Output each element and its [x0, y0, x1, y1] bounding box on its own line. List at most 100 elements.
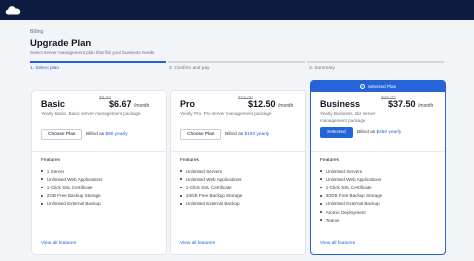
- bullet-icon: [320, 186, 322, 189]
- bullet-icon: [320, 202, 322, 205]
- feature-label: Unlimited External Backup: [46, 201, 101, 207]
- billed-amount: $150 yearly: [244, 132, 270, 137]
- feature-item: Unlimited External Backup: [180, 200, 242, 208]
- plan-card-pro: Pro $15.00 $12.50 /month Yearly Pro. Pro…: [170, 90, 306, 255]
- plan-name: Basic: [41, 99, 66, 109]
- card-divider: [311, 151, 445, 152]
- plan-price: $12.50 /month: [248, 99, 293, 109]
- features-list: Unlimited Servers Unlimited Web Applicat…: [320, 167, 382, 224]
- bullet-icon: [41, 170, 43, 172]
- bullet-icon: [180, 202, 182, 205]
- feature-label: Teams: [325, 217, 340, 223]
- step-progress-2: [168, 61, 305, 63]
- billed-prefix: Billed as: [225, 132, 245, 137]
- plan-name: Business: [320, 99, 361, 109]
- feature-label: Unlimited Servers: [185, 168, 223, 174]
- bullet-icon: [320, 194, 322, 197]
- bullet-icon: [41, 186, 43, 189]
- top-nav-bar: [0, 0, 474, 20]
- feature-item: Unlimited Web Applications: [180, 175, 242, 183]
- plan-price: $37.50 /month: [388, 99, 433, 109]
- bullet-icon: [180, 170, 182, 172]
- step-progress-3: [307, 61, 444, 63]
- bullet-icon: [41, 178, 43, 181]
- feature-item: Unlimited Servers: [320, 167, 382, 175]
- check-circle-icon: ✓: [359, 84, 365, 89]
- billed-yearly-text: Billed as $150 yearly: [225, 132, 269, 137]
- plan-description: Yearly Basic. Basic server management pa…: [41, 111, 141, 116]
- feature-label: Unlimited Web Applications: [185, 176, 242, 182]
- feature-label: 10GB Free Backup Storage: [185, 193, 243, 199]
- feature-item: 10GB Free Backup Storage: [180, 192, 242, 200]
- plan-name: Pro: [180, 99, 196, 109]
- feature-label: Unlimited External Backup: [185, 201, 240, 207]
- feature-label: 1 Server: [46, 168, 65, 174]
- plan-description: Yearly Pro. Pro server management packag…: [180, 111, 272, 116]
- plan-price-value: $37.50: [388, 99, 416, 109]
- billed-yearly-text: Billed as $450 yearly: [357, 130, 401, 135]
- feature-item: 2GB Free Backup Storage: [41, 192, 102, 200]
- view-all-features-link[interactable]: View all features: [41, 241, 76, 246]
- feature-label: 2GB Free Backup Storage: [46, 193, 101, 199]
- bullet-icon: [41, 194, 43, 197]
- feature-label: 30GB Free Backup Storage: [325, 193, 383, 199]
- view-all-features-link[interactable]: View all features: [320, 241, 355, 246]
- step-confirm-pay: 2. Confirm and pay: [169, 66, 210, 71]
- feature-item: Unlimited External Backup: [41, 200, 102, 208]
- billed-amount: $80 yearly: [105, 132, 128, 137]
- feature-item: Unlimited Web Applications: [320, 175, 382, 183]
- step-progress-1: [30, 61, 166, 63]
- feature-item: Unlimited Web Applications: [41, 175, 102, 183]
- breadcrumb[interactable]: Billing: [30, 29, 43, 35]
- bullet-icon: [320, 211, 322, 213]
- feature-label: Unlimited Web Applications: [46, 176, 103, 182]
- features-list: Unlimited Servers Unlimited Web Applicat…: [180, 167, 242, 208]
- plan-price-period: /month: [418, 103, 434, 109]
- plan-card-basic: Basic $8.00 $6.67 /month Yearly Basic. B…: [31, 90, 167, 255]
- feature-label: Atomic Deployment: [325, 209, 366, 215]
- page-subtitle: Select server management plan that fits …: [30, 50, 155, 55]
- bullet-icon: [180, 178, 182, 181]
- plan-price-value: $6.67: [109, 99, 132, 109]
- feature-item: Atomic Deployment: [320, 208, 382, 216]
- billed-amount: $450 yearly: [376, 130, 402, 135]
- page-title: Upgrade Plan: [30, 38, 92, 49]
- feature-label: 1-Click SSL Certificate: [185, 184, 232, 190]
- view-all-features-link[interactable]: View all features: [180, 241, 215, 246]
- feature-item: 1 Server: [41, 167, 102, 175]
- features-heading: Features: [320, 158, 339, 163]
- bullet-icon: [320, 219, 322, 222]
- bullet-icon: [320, 178, 322, 181]
- billed-prefix: Billed as: [357, 130, 377, 135]
- feature-label: Unlimited Web Applications: [325, 176, 382, 182]
- bullet-icon: [180, 186, 182, 189]
- selected-plan-button[interactable]: Selected: [320, 127, 353, 138]
- plan-price-period: /month: [278, 103, 294, 109]
- step-select-plan: 1. Select plan: [30, 66, 60, 71]
- step-summary: 3. Summary: [309, 66, 335, 71]
- features-heading: Features: [41, 158, 60, 163]
- features-list: 1 Server Unlimited Web Applications 1-Cl…: [41, 167, 102, 208]
- feature-item: 1-Click SSL Certificate: [41, 183, 102, 191]
- feature-label: Unlimited Servers: [325, 168, 363, 174]
- card-divider: [171, 151, 305, 152]
- billed-prefix: Billed as: [86, 132, 106, 137]
- feature-item: Teams: [320, 216, 382, 224]
- plan-price: $6.67 /month: [109, 99, 149, 109]
- choose-plan-basic-button[interactable]: Choose Plan: [41, 129, 83, 140]
- features-heading: Features: [180, 158, 199, 163]
- plan-card-business: ✓ Selected Plan Business $45.00 $37.50 /…: [310, 80, 446, 255]
- feature-label: Unlimited External Backup: [325, 201, 380, 207]
- feature-label: 1-Click SSL Certificate: [325, 184, 372, 190]
- plan-price-value: $12.50: [248, 99, 276, 109]
- cloud-logo-icon[interactable]: [5, 4, 21, 15]
- feature-item: 1-Click SSL Certificate: [320, 183, 382, 191]
- plan-description: Yearly Business. Biz server management p…: [320, 111, 376, 123]
- bullet-icon: [320, 170, 322, 172]
- choose-plan-pro-button[interactable]: Choose Plan: [180, 129, 222, 140]
- selected-plan-label: Selected Plan: [367, 84, 397, 89]
- card-divider: [32, 151, 166, 152]
- feature-label: 1-Click SSL Certificate: [46, 184, 93, 190]
- feature-item: Unlimited External Backup: [320, 200, 382, 208]
- billed-yearly-text: Billed as $80 yearly: [86, 132, 128, 137]
